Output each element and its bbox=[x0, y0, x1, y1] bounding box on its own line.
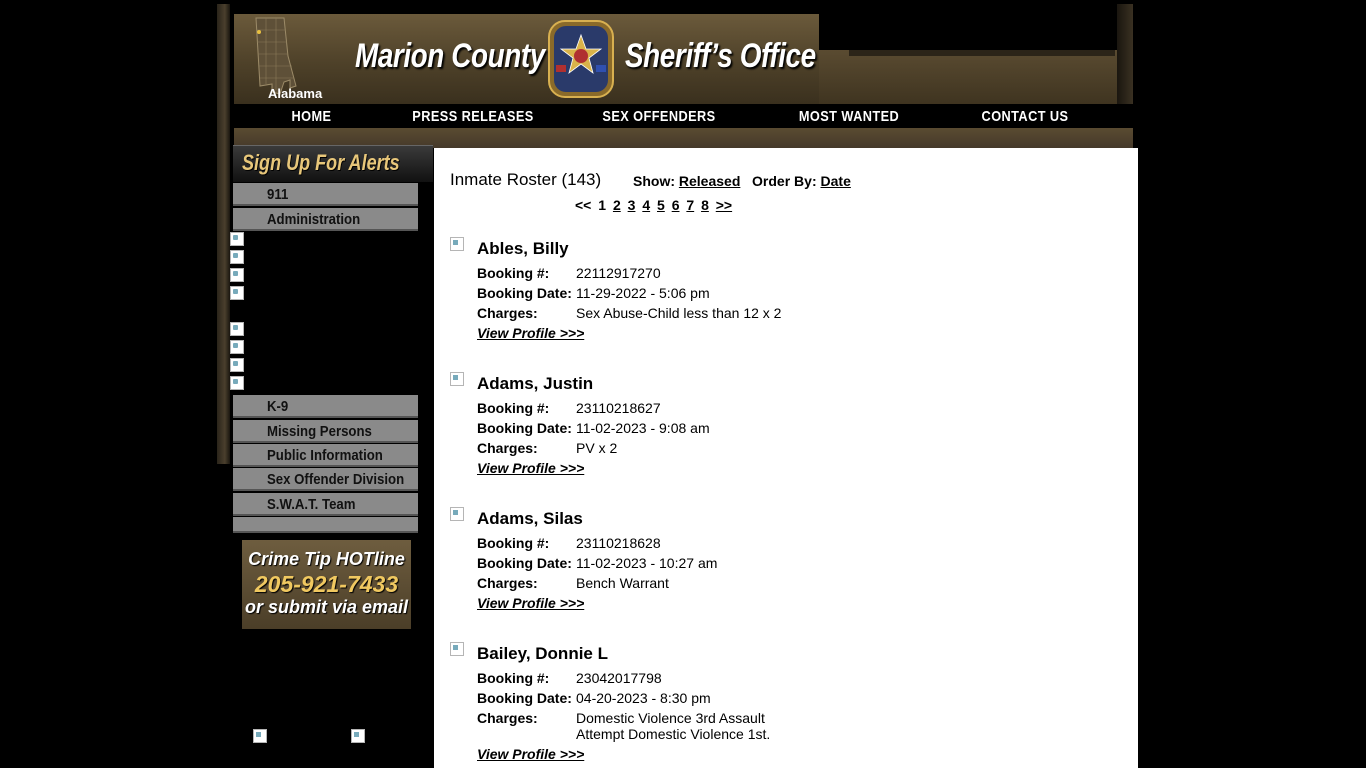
broken-image-icon[interactable] bbox=[230, 250, 244, 264]
pagination: << 1 2 3 4 5 6 7 8 >> bbox=[575, 197, 735, 213]
booking-date-label: Booking Date: bbox=[477, 420, 572, 436]
booking-date-label: Booking Date: bbox=[477, 690, 572, 706]
pager-page-3[interactable]: 3 bbox=[628, 197, 636, 213]
booking-date-label: Booking Date: bbox=[477, 555, 572, 571]
broken-image-icon[interactable] bbox=[230, 232, 244, 246]
inmate-name: Adams, Silas bbox=[477, 509, 583, 528]
booking-date: 11-02-2023 - 10:27 am bbox=[576, 555, 718, 571]
sidebar-item-label: Administration bbox=[267, 211, 361, 228]
sidebar-item-blank bbox=[233, 517, 418, 533]
alabama-map-icon bbox=[255, 17, 297, 95]
broken-image-icon[interactable] bbox=[230, 268, 244, 282]
inmate-photo[interactable] bbox=[450, 237, 464, 251]
sidebar-item-swat-team[interactable]: S.W.A.T. Team bbox=[233, 493, 418, 516]
pager-page-2[interactable]: 2 bbox=[613, 197, 621, 213]
sidebar-item-label: Sex Offender Division bbox=[267, 471, 405, 488]
inmate-photo[interactable] bbox=[450, 507, 464, 521]
view-profile-link[interactable]: View Profile >>> bbox=[477, 325, 584, 341]
hotline-phone: 205-921-7433 bbox=[254, 571, 399, 597]
sidebar-item-label: Public Information bbox=[267, 447, 383, 464]
inmate-photo[interactable] bbox=[450, 372, 464, 386]
nav-contact-us[interactable]: CONTACT US bbox=[950, 104, 1100, 128]
charges-label: Charges: bbox=[477, 305, 538, 321]
broken-image-icon[interactable] bbox=[230, 376, 244, 390]
crime-tip-hotline-banner[interactable]: Crime Tip HOTline 205-921-7433 or submit… bbox=[242, 540, 411, 629]
sidebar-item-public-information[interactable]: Public Information bbox=[233, 444, 418, 467]
booking-number: 22112917270 bbox=[576, 265, 661, 281]
sidebar-item-label: K-9 bbox=[267, 398, 289, 415]
left-border-decoration bbox=[217, 4, 230, 464]
booking-number: 23042017798 bbox=[576, 670, 662, 686]
pager-prev[interactable]: << bbox=[575, 197, 591, 213]
booking-date: 11-02-2023 - 9:08 am bbox=[576, 420, 710, 436]
nav-home[interactable]: HOME bbox=[246, 104, 378, 128]
charges-label: Charges: bbox=[477, 710, 538, 726]
pager-page-5[interactable]: 5 bbox=[657, 197, 665, 213]
sidebar-item-missing-persons[interactable]: Missing Persons bbox=[233, 420, 418, 443]
booking-number-label: Booking #: bbox=[477, 400, 550, 416]
charge: Bench Warrant bbox=[576, 575, 669, 591]
header-title-right: Sheriff’s Office bbox=[625, 37, 816, 75]
sidebar-item-administration[interactable]: Administration bbox=[233, 208, 418, 231]
broken-image-icon[interactable] bbox=[253, 729, 267, 743]
sidebar-item-label: Missing Persons bbox=[267, 423, 372, 440]
sidebar-item-label: S.W.A.T. Team bbox=[267, 496, 356, 513]
view-profile-link[interactable]: View Profile >>> bbox=[477, 460, 584, 476]
charge: PV x 2 bbox=[576, 440, 618, 456]
roster-filters: Show: Released Order By: Date bbox=[633, 173, 851, 189]
sidebar-item-label: 911 bbox=[267, 186, 289, 203]
charges-label: Charges: bbox=[477, 440, 538, 456]
order-by-date-link[interactable]: Date bbox=[821, 173, 851, 189]
view-profile-link[interactable]: View Profile >>> bbox=[477, 746, 584, 762]
nav-sex-offenders[interactable]: SEX OFFENDERS bbox=[572, 104, 745, 128]
charge: Attempt Domestic Violence 1st. bbox=[576, 726, 771, 742]
sidebar-item-sex-offender-division[interactable]: Sex Offender Division bbox=[233, 468, 418, 491]
pager-page-8[interactable]: 8 bbox=[701, 197, 709, 213]
booking-date: 11-29-2022 - 5:06 pm bbox=[576, 285, 710, 301]
inmate-photo[interactable] bbox=[450, 642, 464, 656]
booking-number-label: Booking #: bbox=[477, 670, 550, 686]
hotline-title: Crime Tip HOTline bbox=[248, 549, 405, 569]
nav-press-releases[interactable]: PRESS RELEASES bbox=[402, 104, 545, 128]
view-profile-link[interactable]: View Profile >>> bbox=[477, 595, 584, 611]
header-banner-right bbox=[819, 50, 1133, 104]
broken-image-icon[interactable] bbox=[230, 286, 244, 300]
page-title: Inmate Roster (143) bbox=[450, 170, 602, 189]
charges-label: Charges: bbox=[477, 575, 538, 591]
inmate-name: Bailey, Donnie L bbox=[477, 644, 608, 663]
order-by-label: Order By: bbox=[752, 173, 817, 189]
pager-page-4[interactable]: 4 bbox=[642, 197, 650, 213]
pager-page-6[interactable]: 6 bbox=[672, 197, 680, 213]
booking-date-label: Booking Date: bbox=[477, 285, 572, 301]
header-title-left: Marion County bbox=[355, 37, 545, 75]
sign-up-alerts-label: Sign Up For Alerts bbox=[242, 150, 400, 175]
hotline-email-text: or submit via email bbox=[244, 597, 409, 617]
show-released-link[interactable]: Released bbox=[679, 173, 740, 189]
state-label: Alabama bbox=[268, 86, 323, 101]
charge: Domestic Violence 3rd Assault bbox=[576, 710, 765, 726]
broken-image-icon[interactable] bbox=[230, 322, 244, 336]
booking-number: 23110218627 bbox=[576, 400, 661, 416]
booking-number-label: Booking #: bbox=[477, 535, 550, 551]
sheriff-badge-icon bbox=[548, 20, 614, 98]
sidebar-item-911[interactable]: 911 bbox=[233, 183, 418, 206]
show-label: Show: bbox=[633, 173, 675, 189]
sign-up-alerts-button[interactable]: Sign Up For Alerts bbox=[233, 145, 433, 182]
charge: Sex Abuse-Child less than 12 x 2 bbox=[576, 305, 782, 321]
pager-page-7[interactable]: 7 bbox=[686, 197, 694, 213]
broken-image-icon[interactable] bbox=[351, 729, 365, 743]
booking-date: 04-20-2023 - 8:30 pm bbox=[576, 690, 711, 706]
broken-image-icon[interactable] bbox=[230, 358, 244, 372]
nav-most-wanted[interactable]: MOST WANTED bbox=[774, 104, 924, 128]
inmate-name: Adams, Justin bbox=[477, 374, 594, 393]
main-nav: HOME PRESS RELEASES SEX OFFENDERS MOST W… bbox=[234, 104, 1133, 128]
pager-page-1: 1 bbox=[598, 197, 607, 213]
inmate-name: Ables, Billy bbox=[477, 239, 569, 258]
sidebar-item-k9[interactable]: K-9 bbox=[233, 395, 418, 418]
pager-next[interactable]: >> bbox=[716, 197, 732, 213]
broken-image-icon[interactable] bbox=[230, 340, 244, 354]
booking-number-label: Booking #: bbox=[477, 265, 550, 281]
booking-number: 23110218628 bbox=[576, 535, 661, 551]
